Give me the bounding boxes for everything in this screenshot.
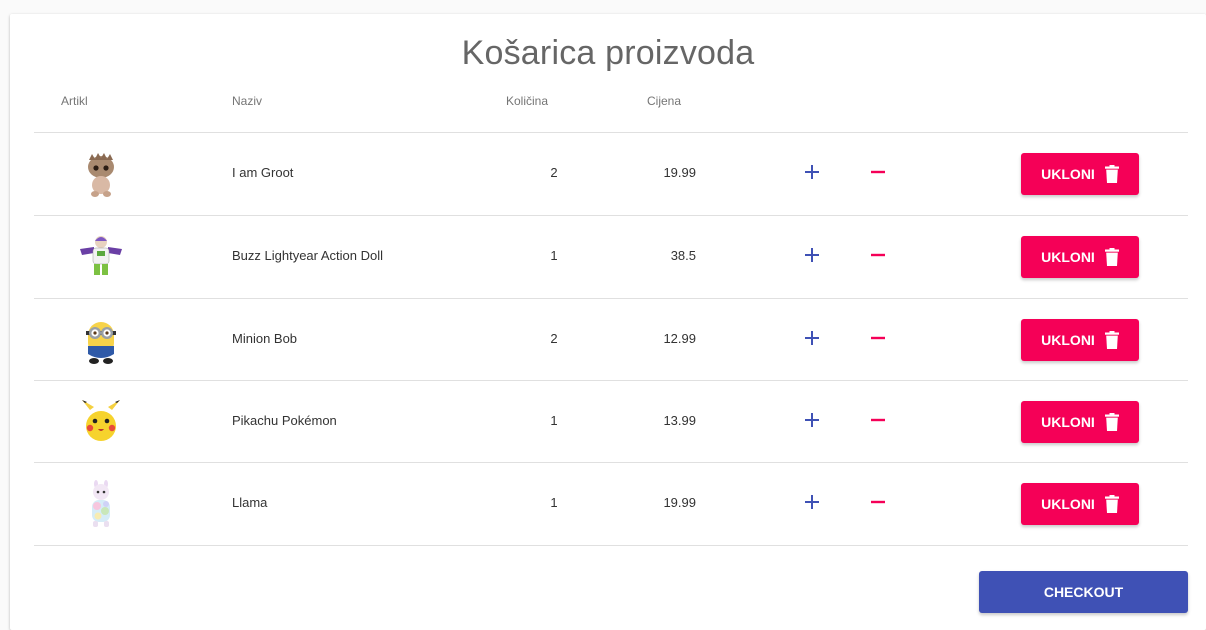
product-quantity: 1 (550, 413, 558, 428)
remove-button-label: UKLONI (1041, 496, 1095, 512)
trash-icon (1104, 495, 1119, 513)
trash-icon (1104, 248, 1119, 266)
minus-icon[interactable] (870, 164, 886, 180)
table-row: Minion Bob 2 12.99 UKLONI (34, 299, 1188, 381)
page-title: Košarica proizvoda (461, 34, 755, 72)
trash-icon (1104, 165, 1119, 183)
product-quantity: 2 (550, 331, 558, 346)
column-header-kolicina: Količina (506, 94, 549, 108)
minion-toy-icon (86, 322, 116, 364)
plus-icon[interactable] (804, 247, 820, 263)
remove-button-label: UKLONI (1041, 332, 1095, 348)
checkout-button[interactable]: CHECKOUT (979, 571, 1188, 613)
product-name: Minion Bob (232, 331, 298, 346)
table-row: Llama 1 19.99 UKLONI (34, 463, 1188, 545)
buzz-lightyear-toy-icon (80, 236, 122, 279)
remove-button[interactable]: UKLONI (1021, 319, 1139, 361)
product-price: 38.5 (670, 248, 696, 263)
plus-icon[interactable] (804, 330, 820, 346)
trash-icon (1104, 331, 1119, 349)
product-quantity: 2 (550, 165, 558, 180)
table-header: Artikl Naziv Količina Cijena (10, 94, 1206, 114)
minus-icon[interactable] (870, 247, 886, 263)
remove-button-label: UKLONI (1041, 166, 1095, 182)
product-name: I am Groot (232, 165, 294, 180)
table-row: Buzz Lightyear Action Doll 1 38.5 UKLONI (34, 216, 1188, 298)
plus-icon[interactable] (804, 494, 820, 510)
minus-icon[interactable] (870, 494, 886, 510)
column-header-artikl: Artikl (61, 94, 88, 108)
trash-icon (1104, 413, 1119, 431)
table-row: I am Groot 2 19.99 UKLONI (34, 133, 1188, 215)
column-header-cijena: Cijena (647, 94, 682, 108)
llama-toy-icon (92, 480, 110, 527)
product-quantity: 1 (550, 495, 558, 510)
product-quantity: 1 (550, 248, 558, 263)
remove-button[interactable]: UKLONI (1021, 153, 1139, 195)
product-price: 12.99 (663, 331, 696, 346)
divider (34, 545, 1188, 546)
minus-icon[interactable] (870, 412, 886, 428)
product-price: 13.99 (663, 413, 696, 428)
pikachu-toy-icon (82, 400, 120, 441)
remove-button-label: UKLONI (1041, 414, 1095, 430)
product-name: Buzz Lightyear Action Doll (232, 248, 384, 263)
product-name: Llama (232, 495, 268, 510)
column-header-naziv: Naziv (232, 94, 263, 108)
remove-button[interactable]: UKLONI (1021, 236, 1139, 278)
product-price: 19.99 (663, 165, 696, 180)
minus-icon[interactable] (870, 330, 886, 346)
plus-icon[interactable] (804, 164, 820, 180)
cart-card: Košarica proizvoda Artikl Naziv Količina… (10, 14, 1206, 630)
product-price: 19.99 (663, 495, 696, 510)
remove-button[interactable]: UKLONI (1021, 483, 1139, 525)
remove-button[interactable]: UKLONI (1021, 401, 1139, 443)
groot-toy-icon (88, 153, 114, 197)
table-row: Pikachu Pokémon 1 13.99 UKLONI (34, 381, 1188, 463)
remove-button-label: UKLONI (1041, 249, 1095, 265)
product-name: Pikachu Pokémon (232, 413, 337, 428)
plus-icon[interactable] (804, 412, 820, 428)
